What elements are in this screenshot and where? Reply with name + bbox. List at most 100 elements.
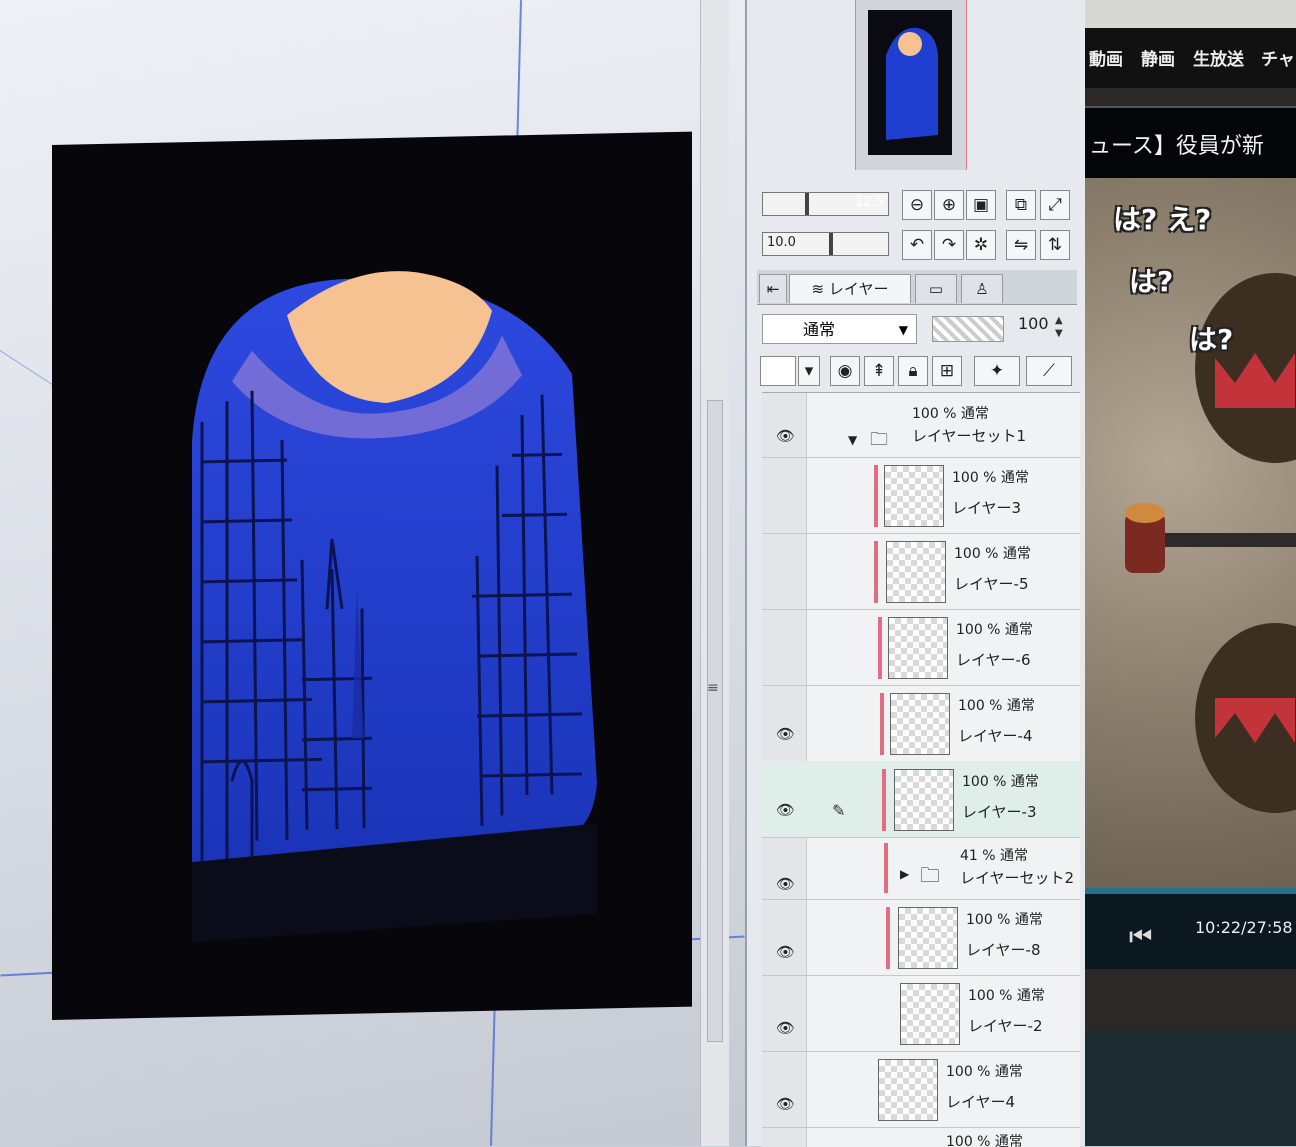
illustration (192, 271, 597, 943)
layer-list[interactable]: 👁︎ ▼ 🗀︎ 100 % 通常 レイヤーセット1 100 % 通常 レイヤー3… (762, 392, 1080, 1147)
tab-person-icon[interactable]: ♙ (961, 274, 1003, 303)
layer-name: レイヤー-4 (958, 727, 1033, 745)
selection-mark (878, 617, 882, 679)
layer-row[interactable]: 👁︎ ▼ 🗀︎ 100 % 通常 レイヤーセット1 (762, 393, 1080, 458)
layer-color-swatch[interactable] (760, 356, 796, 386)
grip-icon[interactable]: ≡ (707, 680, 719, 696)
layer-name: レイヤー-6 (956, 651, 1031, 669)
selection-mark (882, 769, 886, 831)
video-comment: は? え? (1113, 203, 1212, 236)
actual-size-icon[interactable]: ⧉ (1006, 190, 1036, 220)
selection-mark (880, 693, 884, 755)
layer-row[interactable]: 👁︎ 100 % 通常 レイヤー4 (762, 1051, 1080, 1128)
layer-info: 100 % 通常 (912, 406, 989, 422)
nav-item[interactable]: 動画 (1089, 45, 1123, 70)
lock-icon[interactable]: 🔒︎ (898, 356, 928, 386)
expand-icon[interactable]: ⤢ (1040, 190, 1070, 220)
layer-row[interactable]: 👁︎ 100 % 通常 レイヤー-8 (762, 899, 1080, 976)
chevron-down-icon: ▼ (898, 323, 908, 337)
video-title: ュース】役員が新 (1089, 134, 1264, 159)
chevron-down-icon[interactable]: ▾ (798, 356, 820, 386)
layer-row[interactable]: 100 % 通常 レイヤー-6 (762, 609, 1080, 686)
eye-icon[interactable]: 👁︎ (776, 1019, 795, 1037)
selection-mark (874, 541, 878, 603)
layer-info: 100 % 通常 (968, 988, 1045, 1004)
browser-header (1085, 0, 1296, 28)
blend-mode-select[interactable]: 通常 ▼ (762, 314, 917, 344)
video-comment: は? (1129, 265, 1174, 298)
nav-item[interactable]: チャ (1261, 45, 1295, 70)
opacity-slider[interactable] (932, 316, 1004, 342)
reference-layer-icon[interactable]: ✦ (974, 356, 1020, 386)
layer-row[interactable]: 👁︎ ▶ 🗀︎ 41 % 通常 レイヤーセット2 (762, 837, 1080, 900)
layer-row[interactable]: 👁︎ 100 % 通常 レイヤー-2 (762, 975, 1080, 1052)
zoom-out-icon[interactable]: ⊖ (902, 190, 932, 220)
pen-icon: ✎ (832, 801, 846, 820)
layer-thumbnail (888, 617, 948, 679)
opacity-spinner[interactable]: ▲ ▼ (1055, 314, 1063, 340)
layer-row[interactable]: 👁︎ 100 % 通常 レイヤー-4 (762, 685, 1080, 762)
brush-opacity-slider[interactable]: 10.0 (762, 232, 889, 256)
collapse-caret-icon[interactable]: ▶ (900, 867, 909, 881)
eye-icon[interactable]: 👁︎ (776, 943, 795, 961)
canvas-workspace[interactable]: ≡ (0, 0, 745, 1146)
scrollbar-thumb[interactable] (707, 400, 723, 1042)
brush-size-slider[interactable]: 12.5 (762, 192, 889, 216)
layer-info: 100 % 通常 (946, 1064, 1023, 1080)
flip-vertical-icon[interactable]: ⇅ (1040, 230, 1070, 260)
brush-opacity-value: 10.0 (767, 235, 796, 250)
layer-thumbnail (898, 907, 958, 969)
expand-caret-icon[interactable]: ▼ (848, 433, 857, 447)
navigator-thumbnail[interactable] (868, 10, 952, 155)
tab-layers[interactable]: ≋ レイヤー (789, 274, 911, 303)
video-player[interactable]: は? え? は? は? (1085, 178, 1296, 888)
reset-rotation-icon[interactable]: ✲ (966, 230, 996, 260)
layer-info: 100 % 通常 (954, 546, 1031, 562)
fit-window-icon[interactable]: ▣ (966, 190, 996, 220)
browser-footer (1085, 1030, 1296, 1146)
video-controls: ⏮︎ 10:22/27:58 (1085, 888, 1296, 969)
tab-layers-label: レイヤー (828, 280, 889, 298)
flip-horizontal-icon[interactable]: ⇋ (1006, 230, 1036, 260)
layer-row[interactable]: 100 % 通常 レイヤー-5 (762, 533, 1080, 610)
selection-mark (886, 907, 890, 969)
slider-knob[interactable] (829, 233, 833, 255)
layer-thumbnail (878, 1059, 938, 1121)
layer-thumbnail (900, 983, 960, 1045)
layer-row[interactable]: 100 % 通常 レイヤー3 (762, 457, 1080, 534)
skip-back-icon[interactable]: ⏮︎ (1129, 922, 1152, 953)
folder-icon: 🗀︎ (870, 429, 888, 450)
eye-icon[interactable]: 👁︎ (776, 1095, 795, 1113)
zoom-in-icon[interactable]: ⊕ (934, 190, 964, 220)
protect-alpha-icon[interactable]: ⇞ (864, 356, 894, 386)
eye-icon[interactable]: 👁︎ (776, 427, 795, 445)
nav-item[interactable]: 静画 (1141, 45, 1175, 70)
navigator-panel[interactable] (855, 0, 967, 170)
layer-info: 100 % 通常 (966, 912, 1043, 928)
canvas-scrollbar[interactable]: ≡ (700, 0, 729, 1146)
selection-source-icon[interactable]: ⟋ (1026, 356, 1072, 386)
browser-window: 動画 静画 生放送 チャ ュース】役員が新 は? え? は? は? ⏮︎ 10:… (1085, 0, 1296, 1146)
layer-thumbnail (886, 541, 946, 603)
eye-icon[interactable]: 👁︎ (776, 801, 795, 819)
layers-icon: ≋ (811, 280, 829, 298)
tab-navigator-icon[interactable]: ⇤ (759, 274, 787, 303)
slider-knob[interactable] (805, 193, 809, 215)
eye-icon[interactable]: 👁︎ (776, 725, 795, 743)
rotate-left-icon[interactable]: ↶ (902, 230, 932, 260)
video-comment: は? (1189, 323, 1234, 356)
artboard[interactable] (52, 131, 692, 1020)
layer-row[interactable]: 100 % 通常 (762, 1127, 1080, 1147)
opacity-value: 100 (1018, 314, 1049, 333)
nav-item[interactable]: 生放送 (1193, 45, 1244, 70)
eye-icon[interactable]: 👁︎ (776, 875, 795, 893)
tab-image-icon[interactable]: ▭ (915, 274, 957, 303)
selection-mark (884, 843, 888, 893)
rotate-right-icon[interactable]: ↷ (934, 230, 964, 260)
lock-alpha-icon[interactable]: ⊞ (932, 356, 962, 386)
layer-info: 100 % 通常 (946, 1134, 1023, 1147)
blend-mode-value: 通常 (803, 320, 836, 339)
layer-row-selected[interactable]: 👁︎ ✎ 100 % 通常 レイヤー-3 (762, 761, 1080, 838)
layer-thumbnail (884, 465, 944, 527)
clipping-icon[interactable]: ◉ (830, 356, 860, 386)
